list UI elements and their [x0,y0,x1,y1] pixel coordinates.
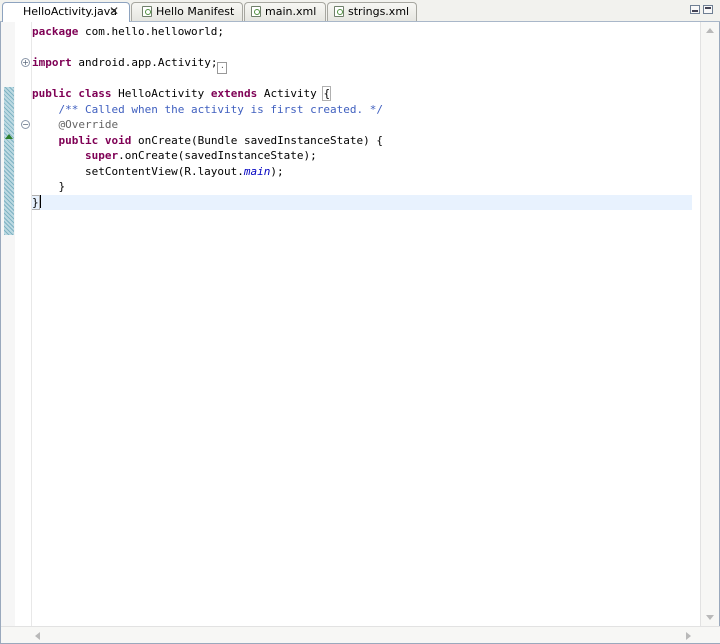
scroll-left-icon[interactable] [35,632,40,640]
import-name: android.app.Activity; [71,56,218,69]
call-prefix: setContentView(R.layout. [32,164,244,178]
tab-main-xml[interactable]: main.xml [244,2,326,21]
window-controls [688,3,716,19]
code-line-class: public class HelloActivity extends Activ… [32,86,692,102]
vertical-scrollbar[interactable] [700,22,719,626]
expand-fold-icon[interactable]: + [21,58,30,67]
matching-brace: } [32,194,40,210]
tab-hello-manifest[interactable]: Hello Manifest [131,2,243,21]
code-line-setcontentview: setContentView(R.layout.main); [32,164,692,180]
folding-gutter: + − [15,22,32,626]
matching-brace: { [322,86,332,101]
editor-tab-bar: HelloActivity.java ✕ Hello Manifest main… [0,0,720,23]
minimize-icon[interactable] [690,5,700,14]
code-line-annotation: @Override [32,118,119,131]
class-name: HelloActivity [111,87,211,100]
code-line-super: super.onCreate(savedInstanceState); [32,148,692,164]
keyword: import [32,56,72,69]
code-line-comment: /** Called when the activity is first cr… [32,102,383,116]
tab-label: main.xml [265,5,317,18]
tab-label: HelloActivity.java [23,5,117,18]
tab-strings-xml[interactable]: strings.xml [327,2,417,21]
call-suffix: ); [270,164,284,178]
keyword: public [58,133,99,147]
keyword: super [84,149,119,162]
folded-imports-icon[interactable]: . [217,62,228,74]
code-line-outer-close: } [32,194,692,210]
field-name: main [243,164,271,178]
maximize-icon[interactable] [703,5,713,14]
keyword: class [78,87,112,100]
method-signature: onCreate(Bundle savedInstanceState) { [131,133,384,147]
tab-label: strings.xml [348,5,410,18]
code-line-package: package com.hello.helloworld; [32,24,692,40]
keyword: public [32,87,72,100]
keyword: package [32,25,79,38]
overview-ruler[interactable] [1,22,16,626]
superclass: Activity [257,87,324,100]
ruler-arrow-icon [5,134,13,139]
android-file-icon [142,6,152,17]
tab-close-icon[interactable]: ✕ [107,4,121,18]
java-editor[interactable]: + − package com.hello.helloworld; import… [0,22,720,644]
code-text-area[interactable]: package com.hello.helloworld; import and… [32,22,692,626]
code-line-import: import android.app.Activity;. [32,55,692,74]
code-line-method: public void onCreate(Bundle savedInstanc… [32,133,692,149]
tab-hello-activity-java[interactable]: HelloActivity.java ✕ [2,2,130,23]
keyword: void [104,133,132,147]
scroll-up-icon[interactable] [706,28,714,33]
package-name: com.hello.helloworld; [78,25,225,38]
android-file-icon [251,6,261,17]
android-file-icon [334,6,344,17]
tab-label: Hello Manifest [156,5,235,18]
horizontal-scrollbar[interactable] [1,626,720,643]
keyword: extends [210,87,258,100]
collapse-fold-icon[interactable]: − [21,120,30,129]
text-caret [39,194,41,208]
change-range-band [4,87,14,235]
super-call: .onCreate(savedInstanceState); [118,149,317,162]
scroll-right-icon[interactable] [686,632,691,640]
code-line-inner-close: } [32,180,66,193]
scroll-down-icon[interactable] [706,615,714,620]
